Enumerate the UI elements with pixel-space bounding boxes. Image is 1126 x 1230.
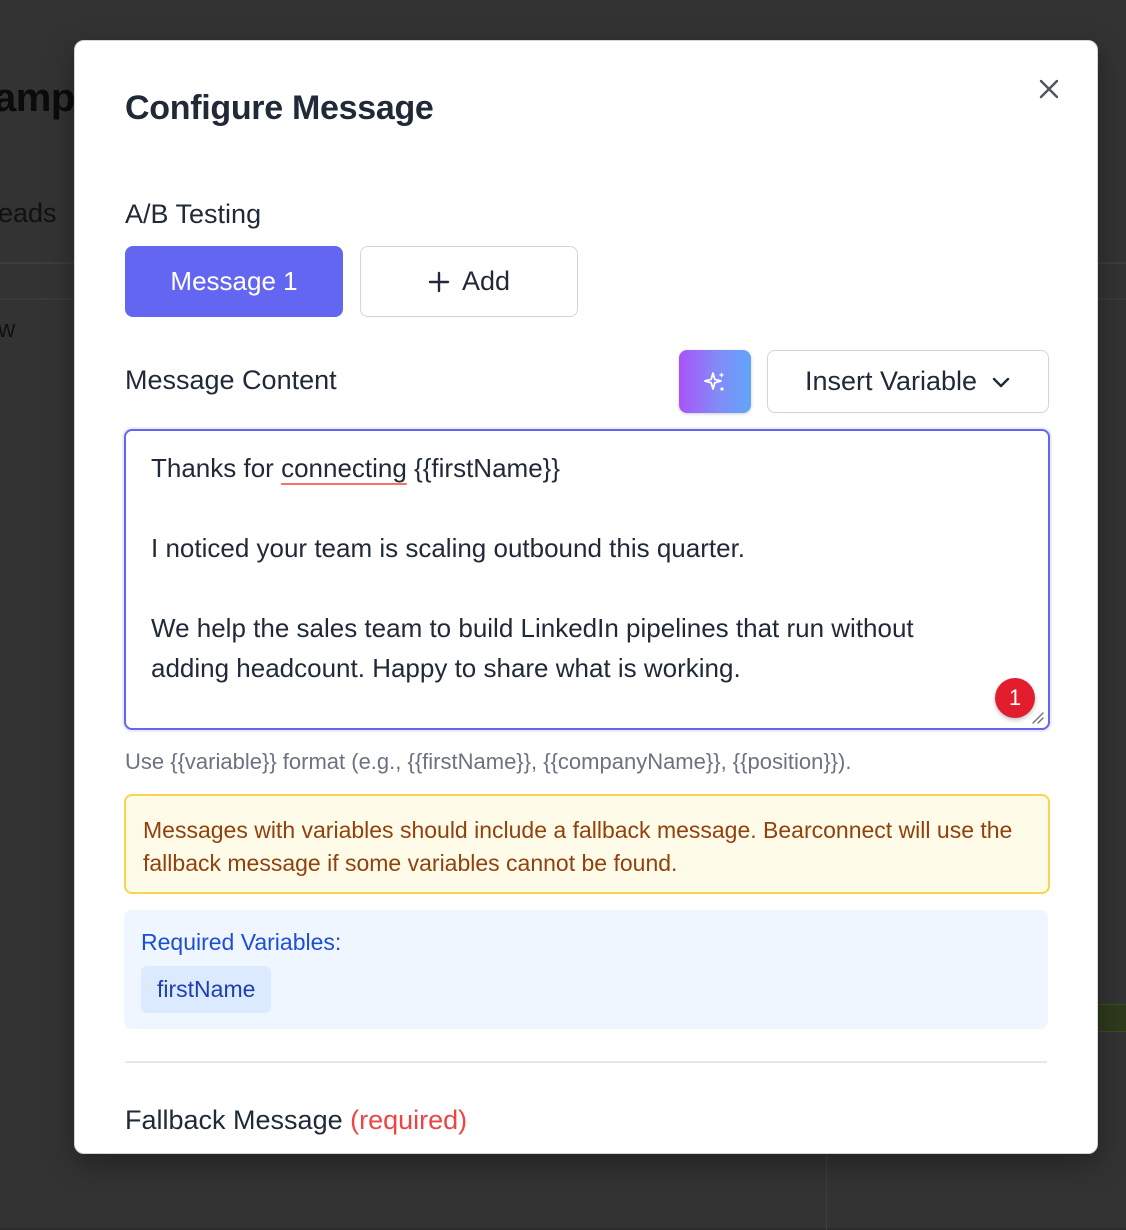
chevron-down-icon <box>992 377 1010 387</box>
modal-title: Configure Message <box>125 89 434 127</box>
background-row-text: w <box>0 316 16 343</box>
message-line: Thanks for connecting {{firstName}} <box>151 453 561 483</box>
add-message-label: Add <box>461 266 511 296</box>
required-variables-panel: Required Variables: firstName <box>124 910 1048 1029</box>
variable-chip: firstName <box>141 966 272 1013</box>
background-page-title: amp <box>0 76 75 120</box>
message-content-label: Message Content <box>125 365 337 395</box>
sparkles-icon <box>704 371 725 391</box>
message-line: We help the sales team to build LinkedIn… <box>151 613 914 643</box>
fallback-warning-alert: Messages with variables should include a… <box>124 794 1050 894</box>
section-divider <box>125 1061 1047 1063</box>
insert-variable-dropdown[interactable]: Insert Variable <box>767 350 1049 413</box>
spellcheck-word: connecting <box>281 453 407 483</box>
fallback-message-label: Fallback Message (required) <box>125 1105 468 1135</box>
tab-message-1[interactable]: Message 1 <box>125 246 343 317</box>
background-divider <box>826 1150 827 1230</box>
close-icon <box>1039 79 1059 99</box>
message-line: adding headcount. Happy to share what is… <box>151 653 741 683</box>
insert-variable-label: Insert Variable <box>804 366 978 396</box>
message-line: I noticed your team is scaling outbound … <box>151 533 746 563</box>
fallback-warning-text: Messages with variables should include a… <box>143 817 1013 876</box>
required-indicator: (required) <box>350 1105 468 1135</box>
background-status-chip <box>1096 1004 1126 1032</box>
add-message-button[interactable]: Add <box>360 246 578 317</box>
message-content-textarea[interactable]: Thanks for connecting {{firstName}} I no… <box>124 429 1050 730</box>
ai-generate-button[interactable] <box>679 350 751 413</box>
close-button[interactable] <box>1031 71 1067 107</box>
configure-message-modal: Configure Message A/B Testing Message 1 … <box>74 40 1098 1154</box>
variable-format-help: Use {{variable}} format (e.g., {{firstNa… <box>125 749 852 774</box>
tab-message-1-label: Message 1 <box>170 266 298 296</box>
resize-handle-icon[interactable] <box>1029 709 1045 725</box>
ab-testing-label: A/B Testing <box>125 199 262 229</box>
required-variables-title: Required Variables: <box>141 929 342 955</box>
plus-icon <box>428 271 450 292</box>
background-tab-leads: eads <box>0 198 57 228</box>
